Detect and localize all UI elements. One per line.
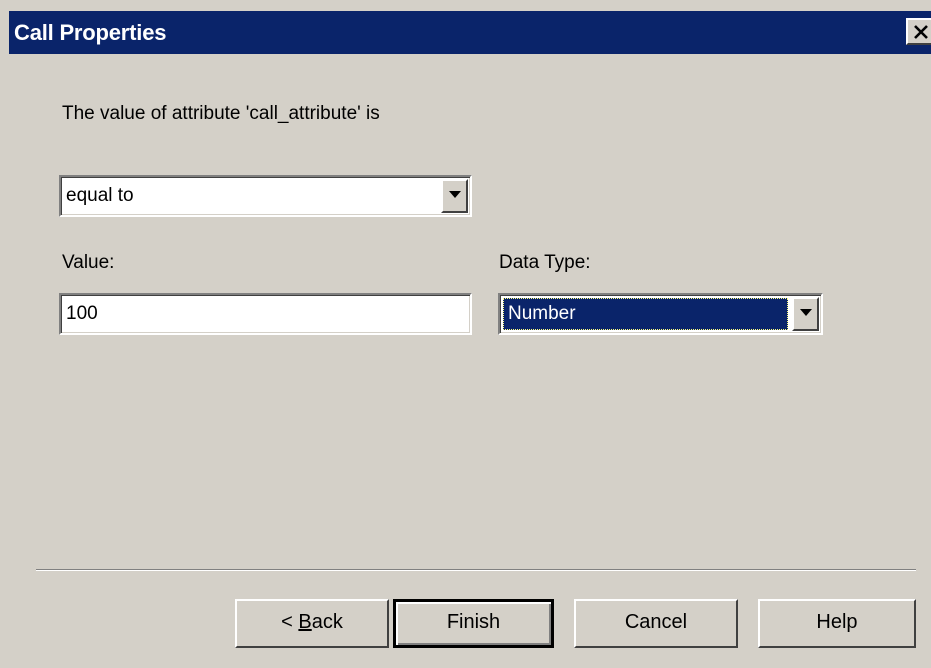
data-type-dropdown[interactable]: Number: [498, 293, 823, 335]
value-input-text: 100: [66, 303, 98, 324]
close-button[interactable]: [906, 18, 931, 45]
back-button-label: ack: [311, 611, 343, 633]
condition-prompt: The value of attribute 'call_attribute' …: [62, 103, 380, 124]
back-button[interactable]: < Back: [235, 599, 389, 648]
back-button-prefix: <: [281, 611, 299, 633]
chevron-down-icon: [449, 191, 461, 198]
cancel-button[interactable]: Cancel: [574, 599, 738, 648]
call-properties-dialog: Call Properties The value of attribute '…: [0, 0, 931, 668]
operator-selected-value: equal to: [66, 185, 134, 206]
window-title: Call Properties: [14, 20, 167, 45]
value-input[interactable]: 100: [59, 293, 472, 335]
operator-dropdown-button[interactable]: [441, 179, 468, 213]
help-button[interactable]: Help: [758, 599, 916, 648]
finish-button[interactable]: Finish: [393, 599, 554, 648]
help-button-label: Help: [816, 611, 858, 633]
chevron-down-icon: [800, 309, 812, 316]
cancel-button-label: Cancel: [624, 611, 688, 633]
operator-dropdown[interactable]: equal to: [59, 175, 472, 217]
data-type-label: Data Type:: [499, 252, 591, 273]
back-button-accelerator: B: [298, 611, 312, 633]
title-bar[interactable]: Call Properties: [9, 11, 931, 54]
separator: [36, 569, 916, 571]
finish-button-label: Finish: [446, 611, 501, 633]
data-type-dropdown-button[interactable]: [792, 297, 819, 331]
value-label: Value:: [62, 252, 115, 273]
data-type-selected-value: Number: [508, 303, 576, 324]
close-icon: [914, 25, 928, 39]
